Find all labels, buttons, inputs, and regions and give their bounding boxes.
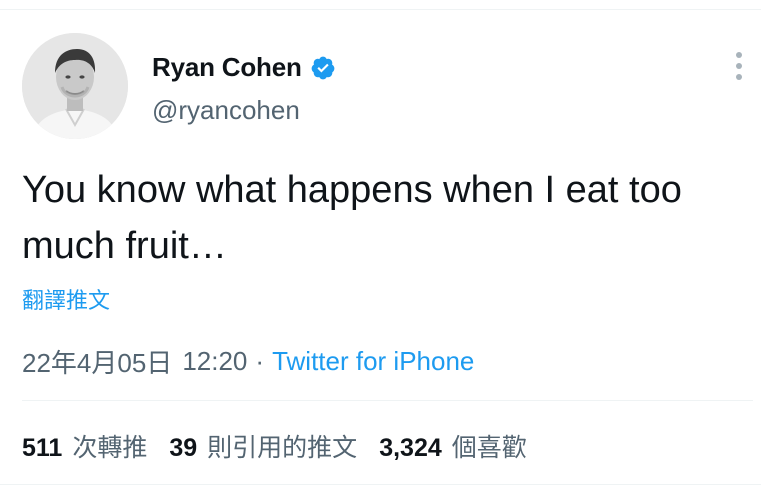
bottom-divider: [0, 484, 761, 485]
avatar-photo: [22, 33, 128, 139]
tweet-date[interactable]: 22年4月05日: [22, 343, 172, 380]
top-divider: [0, 9, 761, 10]
tweet-text: You know what happens when I eat too muc…: [22, 169, 682, 267]
author-name-row: Ryan Cohen: [152, 52, 336, 83]
stats-divider: [22, 400, 753, 401]
tweet-meta: 22年4月05日 12:20 · Twitter for iPhone: [22, 343, 474, 380]
more-options-button[interactable]: [733, 52, 745, 80]
retweets-stat[interactable]: 511 次轉推: [22, 428, 147, 464]
more-options-icon: [736, 52, 742, 58]
likes-stat[interactable]: 3,324 個喜歡: [379, 428, 527, 464]
tweet-stats: 511 次轉推 39 則引用的推文 3,324 個喜歡: [22, 428, 549, 464]
likes-label: 個喜歡: [451, 434, 527, 462]
author-handle[interactable]: @ryancohen: [152, 95, 300, 126]
retweets-label: 次轉推: [72, 434, 148, 462]
more-options-icon-dot: [736, 74, 742, 80]
avatar[interactable]: [22, 33, 128, 139]
verified-badge-icon: [311, 56, 335, 79]
tweet-time[interactable]: 12:20: [182, 346, 247, 377]
meta-separator: ·: [255, 346, 265, 376]
tweet-source-link[interactable]: Twitter for iPhone: [272, 346, 474, 377]
retweets-count: 511: [22, 434, 63, 462]
translate-tweet-link[interactable]: 翻譯推文: [22, 283, 110, 315]
quotes-count: 39: [169, 434, 198, 462]
author-display-name[interactable]: Ryan Cohen: [152, 52, 302, 83]
likes-count: 3,324: [379, 434, 442, 462]
quotes-label: 則引用的推文: [207, 434, 358, 462]
more-options-icon-dot: [736, 63, 742, 69]
quotes-stat[interactable]: 39 則引用的推文: [169, 428, 357, 464]
